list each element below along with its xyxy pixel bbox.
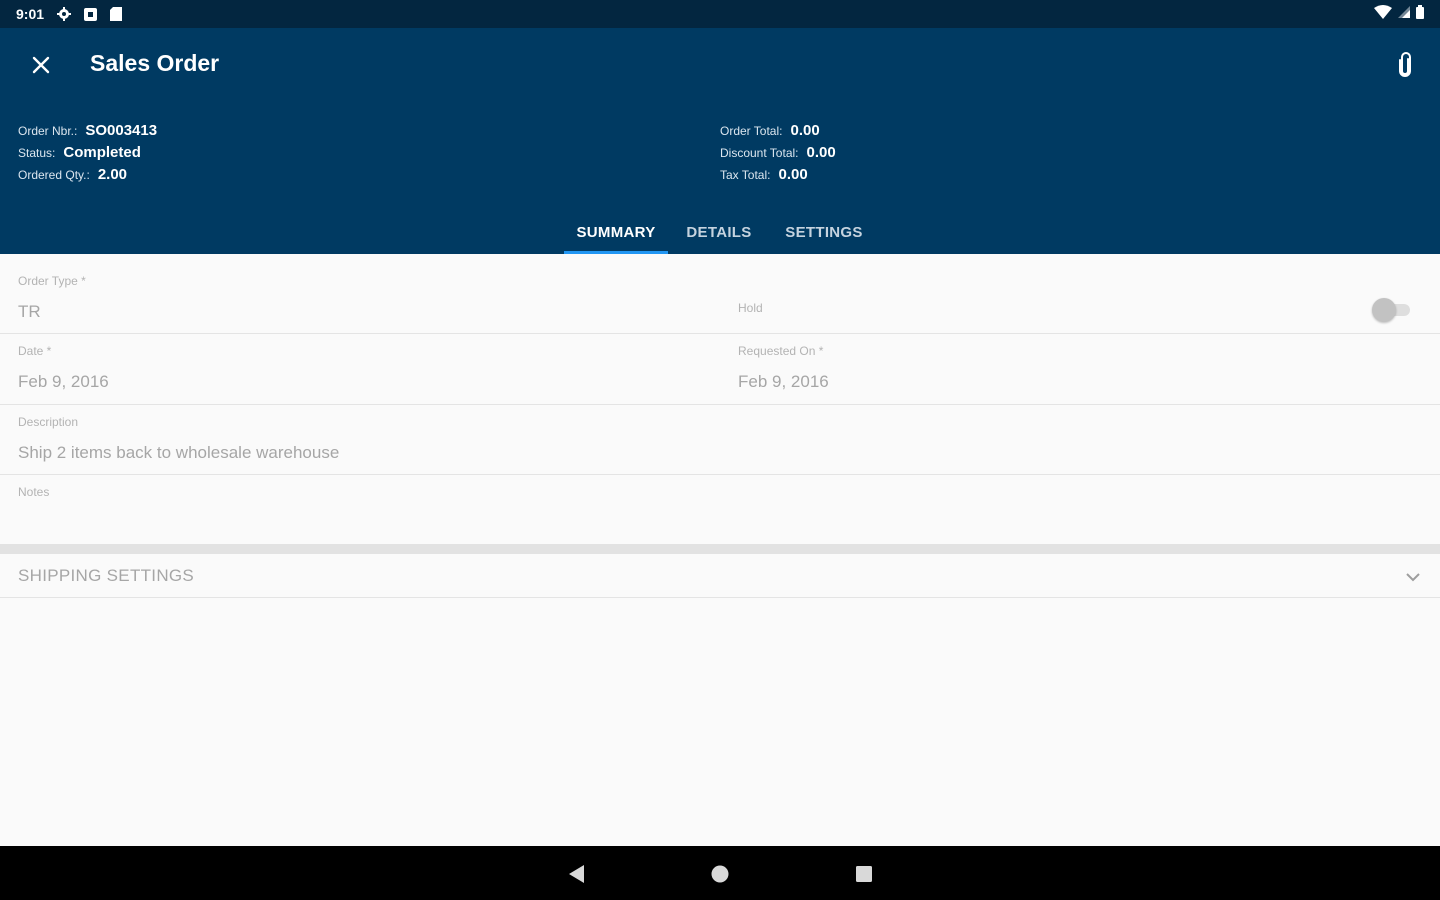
home-icon bbox=[711, 865, 729, 883]
close-icon bbox=[32, 56, 50, 74]
order-number-row: Order Nbr.: SO003413 bbox=[18, 120, 157, 142]
recents-icon bbox=[856, 866, 872, 882]
battery-icon bbox=[1416, 4, 1424, 24]
status-row: Status: Completed bbox=[18, 142, 157, 164]
section-divider bbox=[0, 544, 1440, 554]
shipping-settings-title: SHIPPING SETTINGS bbox=[18, 565, 195, 585]
ordered-qty-value: 2.00 bbox=[97, 166, 128, 183]
order-total-value: 0.00 bbox=[790, 122, 820, 139]
sd-card-icon bbox=[108, 6, 124, 22]
date-field[interactable]: Date * Feb 9, 2016 bbox=[18, 344, 698, 392]
order-type-label: Order Type * bbox=[18, 274, 86, 288]
requested-on-label: Requested On * bbox=[738, 344, 824, 358]
tab-settings[interactable]: SETTINGS bbox=[770, 210, 878, 254]
close-button[interactable] bbox=[24, 48, 58, 82]
paperclip-icon bbox=[1399, 52, 1411, 77]
order-total-label: Order Total: bbox=[720, 124, 783, 138]
order-info-right: Order Total: 0.00 Discount Total: 0.00 Tax… bbox=[720, 120, 836, 186]
order-number-value: SO003413 bbox=[85, 122, 158, 139]
form-row-description: Description Ship 2 items back to wholesa… bbox=[0, 405, 1440, 475]
home-button[interactable] bbox=[706, 860, 734, 888]
discount-total-value: 0.00 bbox=[806, 144, 836, 161]
summary-form: Order Type * TR Hold Date * Feb 9, 2016 … bbox=[0, 254, 1440, 846]
back-icon bbox=[569, 865, 584, 883]
notification-icon bbox=[82, 6, 98, 22]
tab-summary[interactable]: SUMMARY bbox=[564, 210, 668, 254]
order-type-field[interactable]: Order Type * TR bbox=[18, 274, 698, 322]
tax-total-label: Tax Total: bbox=[720, 168, 771, 182]
attach-button[interactable] bbox=[1390, 48, 1420, 82]
description-label: Description bbox=[18, 415, 79, 429]
status-time: 9:01 bbox=[16, 6, 45, 22]
gear-icon bbox=[56, 6, 72, 22]
date-value: Feb 9, 2016 bbox=[18, 372, 109, 391]
tab-details[interactable]: DETAILS bbox=[668, 210, 770, 254]
date-label: Date * bbox=[18, 344, 52, 358]
ordered-qty-row: Ordered Qty.: 2.00 bbox=[18, 164, 157, 186]
status-label: Status: bbox=[18, 146, 56, 160]
notes-label: Notes bbox=[18, 485, 50, 499]
form-row-order-type: Order Type * TR Hold bbox=[0, 254, 1440, 334]
tab-bar: SUMMARY DETAILS SETTINGS bbox=[564, 210, 878, 254]
status-bar: 9:01 bbox=[0, 0, 1440, 28]
hold-toggle-thumb bbox=[1372, 298, 1396, 322]
page-title: Sales Order bbox=[90, 50, 220, 76]
back-button[interactable] bbox=[562, 860, 590, 888]
shipping-settings-header[interactable]: SHIPPING SETTINGS bbox=[0, 554, 1440, 598]
tax-total-value: 0.00 bbox=[778, 166, 808, 183]
order-info-left: Order Nbr.: SO003413 Status: Completed Ord… bbox=[18, 120, 157, 186]
requested-on-value: Feb 9, 2016 bbox=[738, 372, 829, 391]
order-total-row: Order Total: 0.00 bbox=[720, 120, 836, 142]
hold-toggle[interactable] bbox=[1372, 298, 1412, 322]
form-row-dates: Date * Feb 9, 2016 Requested On * Feb 9,… bbox=[0, 334, 1440, 405]
form-row-notes: Notes bbox=[0, 475, 1440, 544]
hold-label: Hold bbox=[738, 301, 763, 315]
toolbar: Sales Order bbox=[0, 28, 1440, 100]
order-type-value: TR bbox=[18, 302, 41, 321]
hold-field: Hold bbox=[738, 301, 763, 315]
app-bar: Sales Order Order Nbr.: SO003413 Status: C… bbox=[0, 28, 1440, 254]
system-nav-bar bbox=[0, 846, 1440, 900]
tax-total-row: Tax Total: 0.00 bbox=[720, 164, 836, 186]
description-field[interactable]: Description Ship 2 items back to wholesa… bbox=[18, 415, 1418, 463]
wifi-icon bbox=[1374, 4, 1392, 24]
chevron-down-icon bbox=[1402, 566, 1424, 588]
order-number-label: Order Nbr.: bbox=[18, 124, 78, 138]
requested-on-field[interactable]: Requested On * Feb 9, 2016 bbox=[738, 344, 1418, 392]
recents-button[interactable] bbox=[850, 860, 878, 888]
description-value: Ship 2 items back to wholesale warehouse bbox=[18, 443, 340, 462]
status-value: Completed bbox=[63, 144, 141, 161]
cell-signal-icon bbox=[1398, 5, 1410, 23]
discount-total-label: Discount Total: bbox=[720, 146, 799, 160]
ordered-qty-label: Ordered Qty.: bbox=[18, 168, 90, 182]
discount-total-row: Discount Total: 0.00 bbox=[720, 142, 836, 164]
notes-field[interactable]: Notes bbox=[18, 485, 1418, 537]
